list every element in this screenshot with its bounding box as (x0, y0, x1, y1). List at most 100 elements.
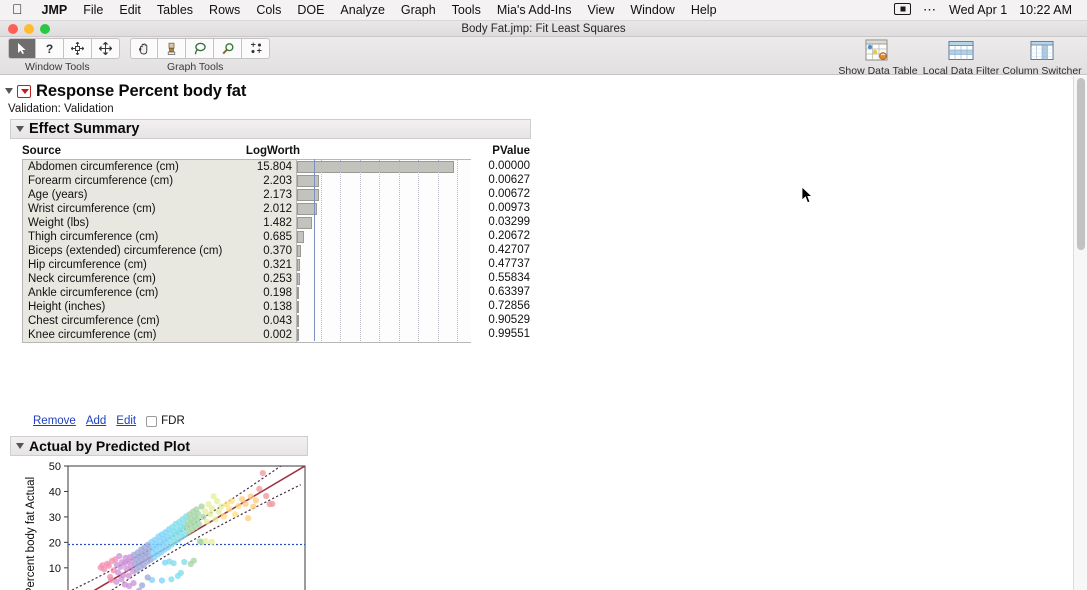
menu-item-edit[interactable]: Edit (111, 3, 149, 17)
effect-logworth-value: 0.002 (230, 328, 296, 342)
table-row[interactable]: Forearm circumference (cm) 2.203 (23, 174, 471, 188)
menu-item-rows[interactable]: Rows (201, 3, 248, 17)
table-row[interactable]: Wrist circumference (cm) 2.012 (23, 202, 471, 216)
effect-summary-table: Source LogWorth PValue Abdomen circumfer… (22, 143, 530, 343)
scatter-point (208, 538, 215, 545)
menu-bar-status-area: ⋯ Wed Apr 1 10:22 AM (888, 2, 1087, 18)
menu-item-graph[interactable]: Graph (393, 3, 444, 17)
column-header-source[interactable]: Source (22, 145, 230, 157)
menu-item-window[interactable]: Window (622, 3, 682, 17)
table-row[interactable]: Abdomen circumference (cm) 15.804 (23, 160, 471, 174)
effect-logworth-value: 0.198 (230, 286, 296, 300)
effect-source-name: Knee circumference (cm) (23, 328, 230, 342)
menu-item-cols[interactable]: Cols (248, 3, 289, 17)
table-row[interactable]: Age (years) 2.173 (23, 188, 471, 202)
move-tool[interactable] (92, 38, 120, 59)
scatter-point (226, 505, 233, 513)
table-row[interactable]: Chest circumference (cm) 0.043 (23, 314, 471, 328)
lasso-tool[interactable] (186, 38, 214, 59)
brush-tool[interactable] (158, 38, 186, 59)
resize-tool[interactable] (64, 38, 92, 59)
scatter-point (203, 518, 210, 525)
menu-bar-time[interactable]: 10:22 AM (1013, 3, 1078, 17)
hand-grabber-tool[interactable] (130, 38, 158, 59)
effect-source-name: Forearm circumference (cm) (23, 174, 230, 188)
effect-logworth-value: 0.138 (230, 300, 296, 314)
table-row[interactable]: Hip circumference (cm) 0.321 (23, 258, 471, 272)
edit-effect-link[interactable]: Edit (116, 415, 136, 427)
scatter-point (121, 581, 128, 588)
menu-item-jmp[interactable]: JMP (34, 3, 76, 17)
scatter-point (118, 575, 125, 583)
menu-item-mias-add-ins[interactable]: Mia's Add-Ins (489, 3, 580, 17)
table-row[interactable]: Knee circumference (cm) 0.002 (23, 328, 471, 342)
show-data-table-button[interactable]: Show Data Table (836, 37, 920, 77)
scatter-point (269, 500, 276, 507)
data-table-icon (861, 38, 895, 64)
effect-logworth-bar-cell (296, 230, 471, 244)
menu-item-help[interactable]: Help (683, 3, 725, 17)
actual-by-predicted-header[interactable]: Actual by Predicted Plot (10, 436, 308, 456)
column-grid-icon (1025, 38, 1059, 64)
actual-by-predicted-plot[interactable]: 0102030405001020304050Percent body fat P… (20, 458, 320, 590)
effect-logworth-bar (297, 287, 299, 299)
table-row[interactable]: Height (inches) 0.138 (23, 300, 471, 314)
scatter-point (242, 500, 249, 507)
column-header-logworth[interactable]: LogWorth (230, 145, 300, 157)
column-switcher-button[interactable]: Column Switcher (1000, 37, 1084, 77)
table-row[interactable]: Ankle circumference (cm) 0.198 (23, 286, 471, 300)
actual-by-predicted-disclosure-triangle-icon[interactable] (16, 443, 24, 449)
effect-summary-header[interactable]: Effect Summary (10, 119, 531, 139)
effect-logworth-bar (297, 189, 319, 201)
effect-pvalue: 0.63397 (488, 286, 530, 298)
fdr-checkbox[interactable] (146, 415, 158, 427)
response-section-header[interactable]: Response Percent body fat (0, 80, 1073, 102)
crosshairs-tool[interactable] (242, 38, 270, 59)
effect-summary-column-headers: Source LogWorth PValue (22, 143, 530, 159)
effect-pvalue: 0.00000 (488, 160, 530, 172)
effect-pvalue: 0.03299 (488, 216, 530, 228)
local-data-filter-button[interactable]: Local Data Filter (919, 37, 1003, 77)
response-disclosure-triangle-icon[interactable] (5, 88, 13, 94)
vertical-scrollbar-thumb[interactable] (1077, 78, 1085, 250)
effect-logworth-bar-cell (296, 216, 471, 230)
effect-pvalue: 0.42707 (488, 244, 530, 256)
column-header-pvalue[interactable]: PValue (472, 145, 530, 157)
menu-item-doe[interactable]: DOE (289, 3, 332, 17)
effect-logworth-bar (297, 315, 299, 327)
menu-item-tables[interactable]: Tables (149, 3, 201, 17)
menu-item-view[interactable]: View (579, 3, 622, 17)
effect-logworth-value: 0.370 (230, 244, 296, 258)
scatter-point (215, 508, 222, 515)
scatter-point (116, 553, 123, 560)
arrow-select-tool[interactable] (8, 38, 36, 59)
vertical-scrollbar[interactable] (1073, 76, 1087, 590)
effect-logworth-bar-cell (296, 160, 471, 174)
apple-logo-icon[interactable]:  (0, 2, 34, 16)
screen-recording-icon[interactable] (888, 2, 917, 18)
fdr-label: FDR (161, 415, 185, 427)
table-row[interactable]: Weight (lbs) 1.482 (23, 216, 471, 230)
scatter-point (245, 515, 252, 522)
control-center-icon[interactable]: ⋯ (917, 2, 943, 18)
response-red-triangle-menu-icon[interactable] (17, 84, 31, 98)
scatter-point (105, 562, 112, 569)
question-help-tool[interactable]: ? (36, 38, 64, 59)
scatter-point (259, 470, 266, 477)
remove-effect-link[interactable]: Remove (33, 415, 76, 427)
scatter-point (195, 510, 202, 517)
effect-logworth-bar (297, 301, 299, 313)
scatter-point (263, 492, 270, 500)
menu-item-file[interactable]: File (75, 3, 111, 17)
add-effect-link[interactable]: Add (86, 415, 106, 427)
magnifier-tool[interactable] (214, 38, 242, 59)
menu-item-analyze[interactable]: Analyze (332, 3, 392, 17)
table-row[interactable]: Neck circumference (cm) 0.253 (23, 272, 471, 286)
effect-summary-disclosure-triangle-icon[interactable] (16, 126, 24, 132)
effect-pvalue: 0.00627 (488, 174, 530, 186)
table-row[interactable]: Biceps (extended) circumference (cm) 0.37… (23, 244, 471, 258)
table-row[interactable]: Thigh circumference (cm) 0.685 (23, 230, 471, 244)
menu-item-tools[interactable]: Tools (444, 3, 489, 17)
filter-grid-icon (944, 38, 978, 64)
menu-bar-date[interactable]: Wed Apr 1 (943, 3, 1013, 17)
